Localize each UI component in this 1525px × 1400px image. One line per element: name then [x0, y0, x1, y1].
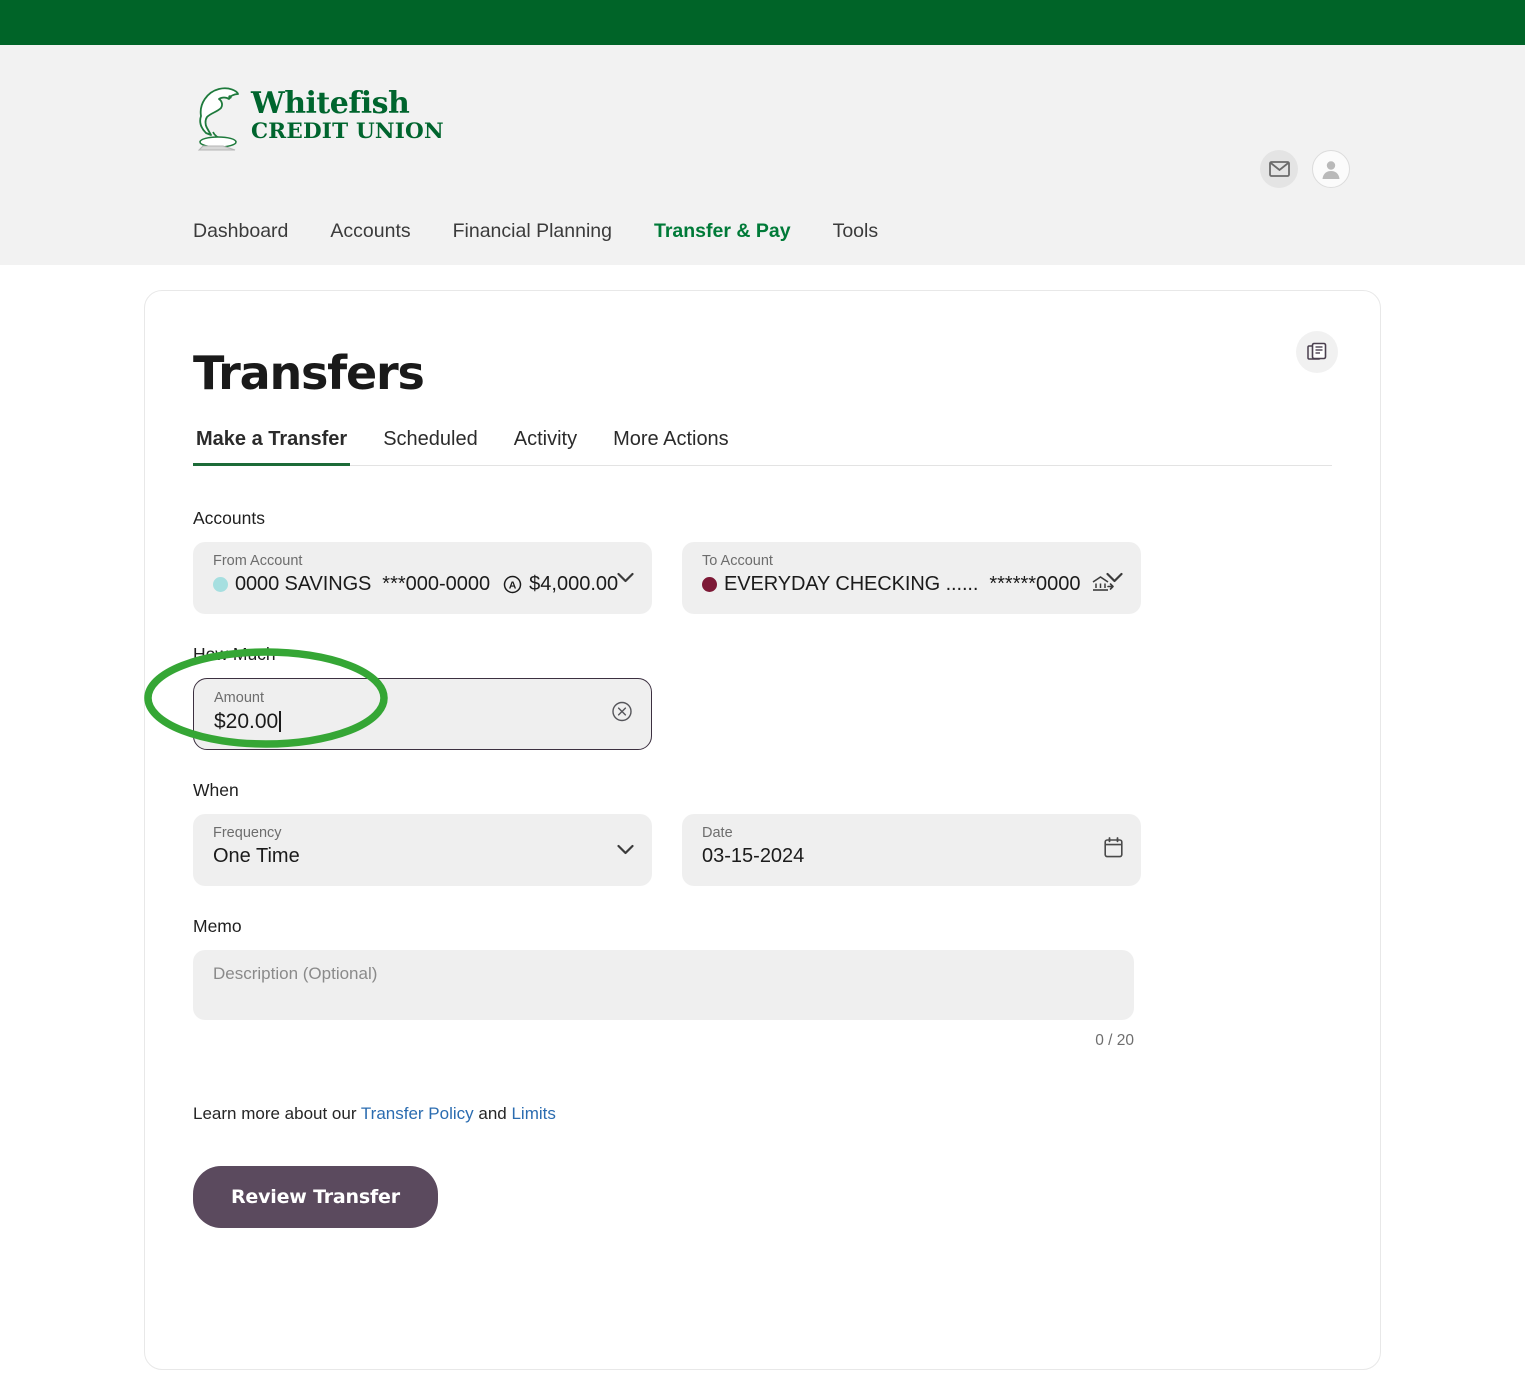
- circled-a-icon: A: [503, 575, 522, 594]
- nav-item-transfer-and-pay[interactable]: Transfer & Pay: [654, 220, 791, 243]
- accounts-section-label: Accounts: [193, 508, 265, 528]
- memo-textarea[interactable]: Description (Optional): [193, 950, 1134, 1020]
- top-brand-bar: [0, 0, 1525, 45]
- profile-button[interactable]: [1312, 150, 1350, 188]
- tab-activity[interactable]: Activity: [511, 428, 580, 466]
- when-section-label: When: [193, 780, 239, 800]
- bank-transfer-icon: [1092, 576, 1114, 591]
- accounts-row: From Account 0000 SAVINGS ***000-0000 A …: [193, 542, 1332, 614]
- to-account-color-dot: [702, 576, 717, 592]
- nav-item-financial-planning[interactable]: Financial Planning: [453, 220, 612, 243]
- clear-amount-button[interactable]: [611, 701, 633, 728]
- memo-placeholder: Description (Optional): [213, 964, 378, 983]
- review-transfer-button[interactable]: Review Transfer: [193, 1166, 438, 1228]
- tab-scheduled[interactable]: Scheduled: [380, 428, 481, 466]
- from-account-select[interactable]: From Account 0000 SAVINGS ***000-0000 A …: [193, 542, 652, 614]
- svg-text:A: A: [509, 580, 517, 592]
- header-actions: [1260, 150, 1350, 188]
- brand-name-primary: Whitefish: [251, 86, 410, 122]
- whitefish-logo-icon: [197, 87, 239, 151]
- amount-value: $20.00: [214, 710, 633, 734]
- text-cursor: [279, 711, 281, 733]
- transfers-card: Transfers Make a Transfer Scheduled Acti…: [144, 290, 1381, 1370]
- tab-more-actions[interactable]: More Actions: [610, 428, 732, 466]
- brand-logo[interactable]: Whitefish CREDIT UNION: [193, 80, 444, 152]
- main-navigation: Dashboard Accounts Financial Planning Tr…: [193, 220, 878, 243]
- from-account-name: 0000 SAVINGS: [235, 572, 372, 595]
- amount-row: Amount $20.00: [144, 648, 1332, 750]
- date-label: Date: [702, 825, 733, 841]
- policy-prefix-text: Learn more about our: [193, 1104, 361, 1123]
- from-account-balance: $4,000.00: [529, 572, 619, 595]
- transfer-policy-link[interactable]: Transfer Policy: [361, 1104, 474, 1123]
- to-account-value: EVERYDAY CHECKING ...... ******0000: [702, 573, 1123, 596]
- clear-circle-icon: [612, 701, 632, 722]
- mail-icon: [1268, 161, 1290, 177]
- to-account-name: EVERYDAY CHECKING ......: [724, 572, 979, 595]
- frequency-value: One Time: [213, 844, 300, 867]
- when-row: Frequency One Time Date 03-15-2024: [193, 814, 1332, 886]
- transfers-tabs: Make a Transfer Scheduled Activity More …: [193, 428, 1332, 466]
- page-title: Transfers: [193, 346, 425, 400]
- amount-field-wrapper: Amount $20.00: [144, 648, 652, 750]
- nav-item-tools[interactable]: Tools: [833, 220, 879, 243]
- brand-name-secondary: CREDIT UNION: [251, 119, 444, 145]
- from-account-label: From Account: [213, 553, 303, 569]
- date-input[interactable]: Date 03-15-2024: [682, 814, 1141, 886]
- memo-section-label: Memo: [193, 916, 242, 936]
- user-avatar-icon: [1322, 161, 1340, 179]
- policy-disclaimer: Learn more about our Transfer Policy and…: [193, 1104, 1332, 1124]
- nav-item-accounts[interactable]: Accounts: [330, 220, 410, 243]
- tab-make-a-transfer[interactable]: Make a Transfer: [193, 428, 351, 466]
- frequency-label: Frequency: [213, 825, 282, 841]
- from-account-color-dot: [213, 576, 228, 592]
- site-header: Whitefish CREDIT UNION Dashboard Account…: [0, 45, 1525, 265]
- amount-input[interactable]: Amount $20.00: [193, 678, 652, 750]
- statements-button[interactable]: [1296, 331, 1338, 373]
- from-account-number: ***000-0000: [382, 572, 491, 595]
- memo-character-counter: 0 / 20: [1095, 1032, 1134, 1049]
- from-account-value: 0000 SAVINGS ***000-0000 A $4,000.00: [213, 573, 634, 596]
- limits-link[interactable]: Limits: [511, 1104, 555, 1123]
- policy-conjunction-text: and: [473, 1104, 512, 1123]
- nav-item-dashboard[interactable]: Dashboard: [193, 220, 288, 243]
- amount-label: Amount: [214, 690, 264, 706]
- documents-icon: [1307, 342, 1327, 360]
- amount-value-text: $20.00: [214, 709, 279, 733]
- messages-button[interactable]: [1260, 150, 1298, 188]
- to-account-label: To Account: [702, 553, 773, 569]
- to-account-select[interactable]: To Account EVERYDAY CHECKING ...... ****…: [682, 542, 1141, 614]
- to-account-number: ******0000: [989, 572, 1081, 595]
- amount-section-label: How Much: [193, 644, 276, 664]
- date-value: 03-15-2024: [702, 844, 805, 867]
- frequency-select[interactable]: Frequency One Time: [193, 814, 652, 886]
- page-body: Transfers Make a Transfer Scheduled Acti…: [0, 265, 1525, 1370]
